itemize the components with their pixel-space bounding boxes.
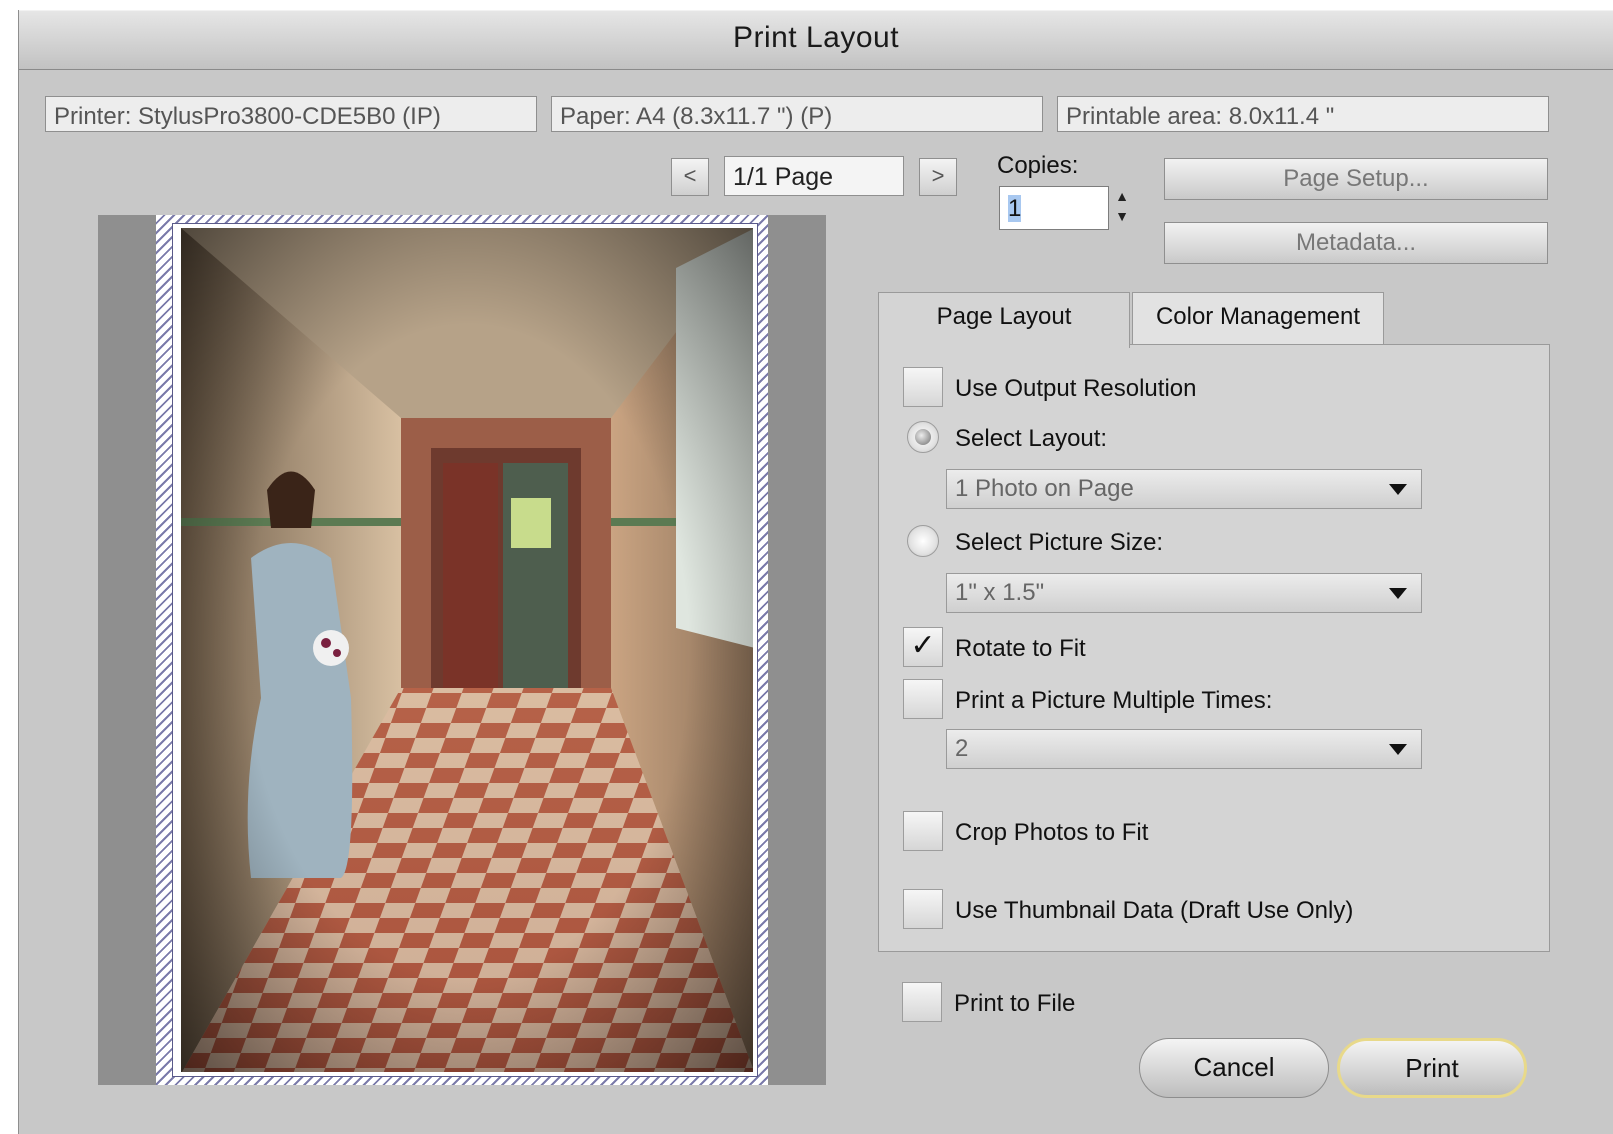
print-button[interactable]: Print (1337, 1038, 1527, 1098)
copies-value: 1 (1008, 195, 1022, 222)
chevron-down-icon (1389, 588, 1407, 599)
previous-page-button[interactable]: < (671, 158, 709, 196)
crop-to-fit-label: Crop Photos to Fit (955, 819, 1149, 846)
wedding-photo-image (181, 228, 753, 1072)
paper-preview (156, 215, 768, 1085)
paper-info-field: Paper: A4 (8.3x11.7 ") (P) (551, 96, 1043, 132)
crop-to-fit-checkbox[interactable] (903, 811, 943, 851)
copies-input[interactable]: 1 (999, 186, 1109, 230)
rotate-to-fit-checkbox[interactable]: ✓ (903, 627, 943, 667)
stepper-down-icon[interactable]: ▼ (1111, 206, 1133, 226)
multiple-times-dropdown[interactable]: 2 (946, 729, 1422, 769)
rotate-to-fit-label: Rotate to Fit (955, 635, 1086, 662)
use-thumbnail-label: Use Thumbnail Data (Draft Use Only) (955, 897, 1354, 924)
title-bar[interactable]: Print Layout (19, 10, 1613, 70)
copies-stepper[interactable]: ▲ ▼ (1111, 186, 1133, 230)
use-output-resolution-checkbox[interactable] (903, 367, 943, 407)
chevron-down-icon (1389, 744, 1407, 755)
select-layout-radio[interactable] (907, 421, 939, 453)
print-preview-area (98, 215, 826, 1085)
use-output-resolution-label: Use Output Resolution (955, 375, 1197, 402)
printable-area-preview (172, 223, 758, 1077)
cancel-button[interactable]: Cancel (1139, 1038, 1329, 1098)
layout-dropdown[interactable]: 1 Photo on Page (946, 469, 1422, 509)
stepper-up-icon[interactable]: ▲ (1111, 186, 1133, 206)
copies-label: Copies: (997, 152, 1079, 179)
next-page-button[interactable]: > (919, 158, 957, 196)
print-to-file-label: Print to File (954, 990, 1076, 1017)
print-to-file-checkbox[interactable] (902, 982, 942, 1022)
layout-dropdown-value: 1 Photo on Page (955, 475, 1134, 502)
dialog-title: Print Layout (732, 21, 900, 54)
checkmark-icon: ✓ (910, 629, 936, 662)
chevron-down-icon (1389, 484, 1407, 495)
select-picture-size-radio[interactable] (907, 525, 939, 557)
radio-selected-dot-icon (915, 429, 931, 445)
print-layout-dialog: Print Layout Printer: StylusPro3800-CDE5… (18, 10, 1613, 1134)
page-setup-button[interactable]: Page Setup... (1164, 158, 1548, 200)
printable-area-field: Printable area: 8.0x11.4 " (1057, 96, 1549, 132)
picture-size-dropdown[interactable]: 1" x 1.5" (946, 573, 1422, 613)
metadata-button[interactable]: Metadata... (1164, 222, 1548, 264)
page-indicator-field[interactable]: 1/1 Page (724, 156, 904, 196)
printer-info-field: Printer: StylusPro3800-CDE5B0 (IP) (45, 96, 537, 132)
tab-page-layout[interactable]: Page Layout (878, 292, 1130, 348)
photo-preview[interactable] (181, 228, 753, 1072)
picture-size-dropdown-value: 1" x 1.5" (955, 579, 1045, 606)
tab-color-management[interactable]: Color Management (1132, 292, 1384, 344)
print-multiple-checkbox[interactable] (903, 679, 943, 719)
print-multiple-label: Print a Picture Multiple Times: (955, 687, 1273, 714)
page-layout-panel: Use Output Resolution Select Layout: 1 P… (878, 344, 1550, 952)
select-layout-label: Select Layout: (955, 425, 1108, 452)
multiple-times-dropdown-value: 2 (955, 735, 969, 762)
use-thumbnail-checkbox[interactable] (903, 889, 943, 929)
select-picture-size-label: Select Picture Size: (955, 529, 1164, 556)
